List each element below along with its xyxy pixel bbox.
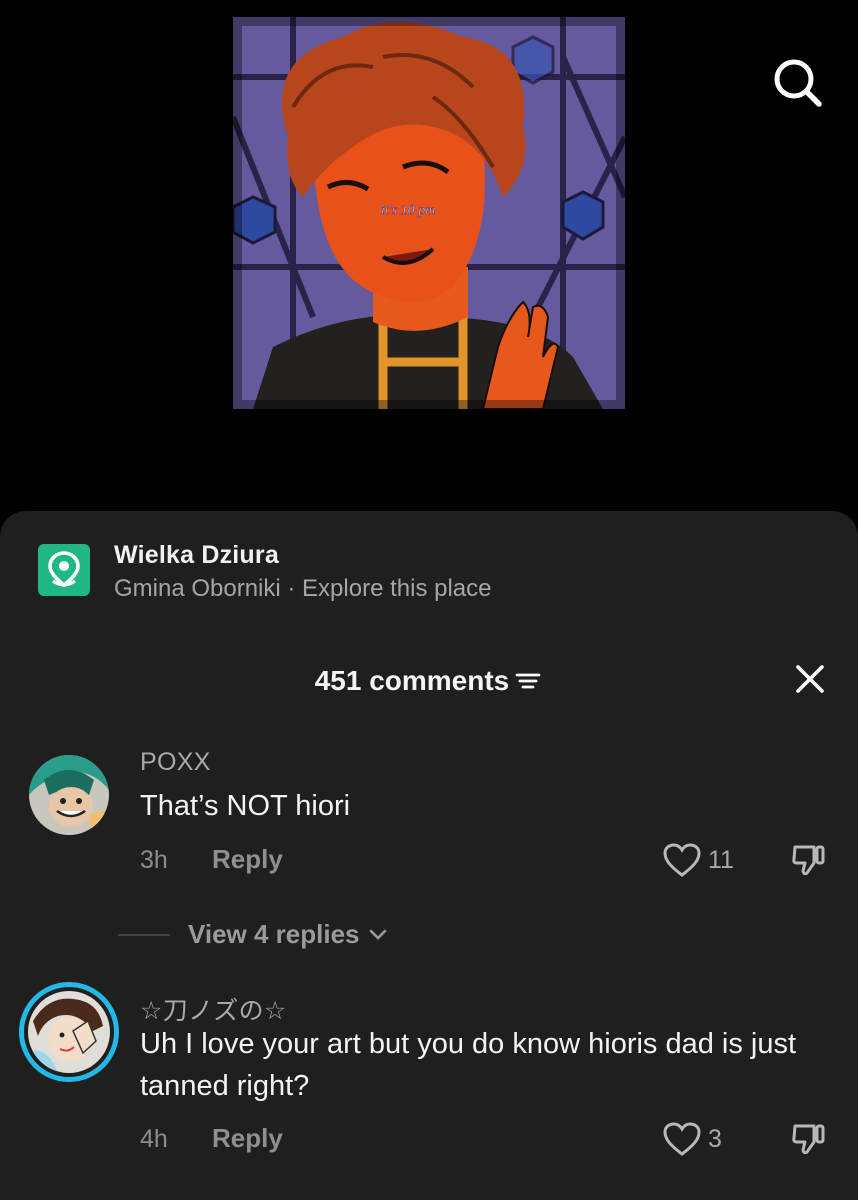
heart-icon xyxy=(663,843,701,877)
view-replies-label: View 4 replies xyxy=(188,919,360,949)
heart-icon xyxy=(663,1122,701,1156)
like-count: 3 xyxy=(708,1124,722,1153)
comments-count: 451 comments xyxy=(314,664,510,696)
video-artwork: it's 10 pm xyxy=(233,17,625,409)
reply-button[interactable]: Reply xyxy=(212,1123,283,1153)
place-link[interactable]: Wielka Dziura Gmina Oborniki · Explore t… xyxy=(38,541,492,604)
location-pin-icon xyxy=(38,544,90,596)
thumbs-down-icon[interactable] xyxy=(790,1120,828,1158)
video-caption: it's 10 pm xyxy=(381,203,436,218)
comment-text: Uh I love your art but you do know hiori… xyxy=(140,1028,797,1102)
place-subtitle: Gmina Oborniki · Explore this place xyxy=(114,575,492,602)
thumbs-down-icon[interactable] xyxy=(790,841,828,879)
close-icon[interactable] xyxy=(792,661,828,697)
divider xyxy=(118,933,170,936)
comments-title: 451 comments xyxy=(0,659,858,701)
comment-time: 4h xyxy=(140,1125,168,1153)
place-name: Wielka Dziura xyxy=(114,541,279,569)
comment-text: That’s NOT hiori xyxy=(140,790,351,822)
like-button[interactable]: 11 xyxy=(662,842,734,878)
sort-icon[interactable] xyxy=(513,669,543,693)
view-replies-button[interactable]: View 4 replies xyxy=(118,919,388,950)
avatar[interactable] xyxy=(29,755,109,835)
comment-username[interactable]: POXX xyxy=(140,747,211,777)
chevron-down-icon xyxy=(369,929,386,940)
like-count: 11 xyxy=(708,845,734,874)
like-button[interactable]: 3 xyxy=(662,1121,722,1157)
video-player[interactable]: it's 10 pm xyxy=(0,0,858,530)
search-icon xyxy=(774,59,822,107)
comments-sheet: Wielka Dziura Gmina Oborniki · Explore t… xyxy=(0,511,858,1200)
comments-header: 451 comments xyxy=(0,659,858,703)
avatar[interactable] xyxy=(19,982,119,1082)
reply-button[interactable]: Reply xyxy=(212,844,283,874)
search-button[interactable] xyxy=(770,55,824,109)
comment-time: 3h xyxy=(140,846,168,874)
comment-username[interactable]: ☆刀ノズの☆ xyxy=(140,996,287,1026)
